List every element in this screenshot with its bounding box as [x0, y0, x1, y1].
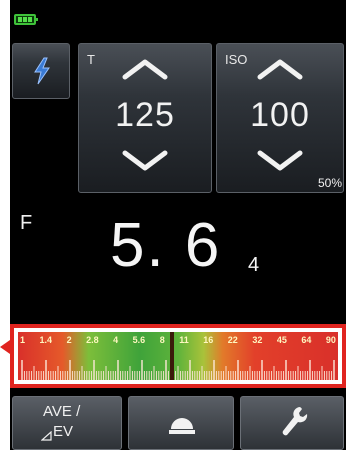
- dome-receptor-icon: [167, 407, 197, 442]
- flash-bolt-icon: [31, 57, 53, 90]
- scale-ticks: [21, 360, 335, 380]
- flash-mode-button[interactable]: [12, 43, 70, 99]
- f-stop-label: 22: [227, 335, 238, 345]
- shutter-up-button[interactable]: [122, 58, 168, 80]
- shutter-down-button[interactable]: [122, 150, 168, 172]
- chevron-up-icon: [122, 59, 168, 80]
- f-stop-scale: 1 1.4 2 2.8 4 5.6 8 11 16 22 32 45 64 90: [18, 332, 338, 380]
- f-stop-label: 1.4: [39, 335, 53, 345]
- measuring-mode-button[interactable]: [128, 396, 234, 450]
- aperture-tenths: 4: [248, 254, 260, 276]
- meter-screen: T 125 ISO 100 50% F 5. 6 4 1 1.4 2 2.8 4 5.6 8…: [10, 0, 346, 450]
- f-stop-label: 4: [113, 335, 119, 345]
- f-stop-label: 5.6: [132, 335, 146, 345]
- callout-arrow-icon: [0, 340, 10, 354]
- iso-down-button[interactable]: [257, 150, 303, 172]
- analog-scale-highlight: 1 1.4 2 2.8 4 5.6 8 11 16 22 32 45 64 90: [10, 324, 346, 388]
- shutter-label: T: [87, 52, 95, 67]
- aperture-label: F: [20, 212, 33, 234]
- flash-percent-readout: 50%: [317, 176, 342, 190]
- chevron-down-icon: [257, 150, 303, 171]
- shutter-speed-panel: T 125: [78, 43, 212, 193]
- f-stop-label: 32: [252, 335, 263, 345]
- iso-up-button[interactable]: [257, 58, 303, 80]
- shutter-speed-value: 125: [115, 96, 175, 134]
- settings-button[interactable]: [240, 396, 344, 450]
- f-stop-label: 2: [66, 335, 72, 345]
- delta-icon: [40, 428, 52, 446]
- f-stop-label: 90: [325, 335, 336, 345]
- f-stop-label: 16: [203, 335, 214, 345]
- iso-label: ISO: [225, 52, 248, 67]
- battery-icon: [14, 14, 38, 25]
- f-stop-label: 1: [20, 335, 26, 345]
- measured-value-marker: [170, 332, 174, 380]
- f-stop-labels: 1 1.4 2 2.8 4 5.6 8 11 16 22 32 45 64 90: [20, 335, 336, 345]
- ev-label: EV: [53, 423, 74, 440]
- wrench-icon: [279, 405, 309, 444]
- chevron-down-icon: [122, 150, 168, 171]
- aperture-value: 5. 6: [110, 211, 222, 280]
- ave-ev-button[interactable]: AVE / EV: [12, 396, 122, 450]
- iso-value: 100: [250, 96, 310, 134]
- f-stop-label: 2.8: [86, 335, 99, 345]
- f-stop-label: 8: [159, 335, 165, 345]
- ave-label: AVE /: [43, 403, 81, 420]
- iso-panel: ISO 100: [216, 43, 344, 193]
- f-stop-label: 45: [276, 335, 287, 345]
- f-stop-label: 11: [179, 335, 189, 345]
- chevron-up-icon: [257, 59, 303, 80]
- f-stop-label: 64: [301, 335, 312, 345]
